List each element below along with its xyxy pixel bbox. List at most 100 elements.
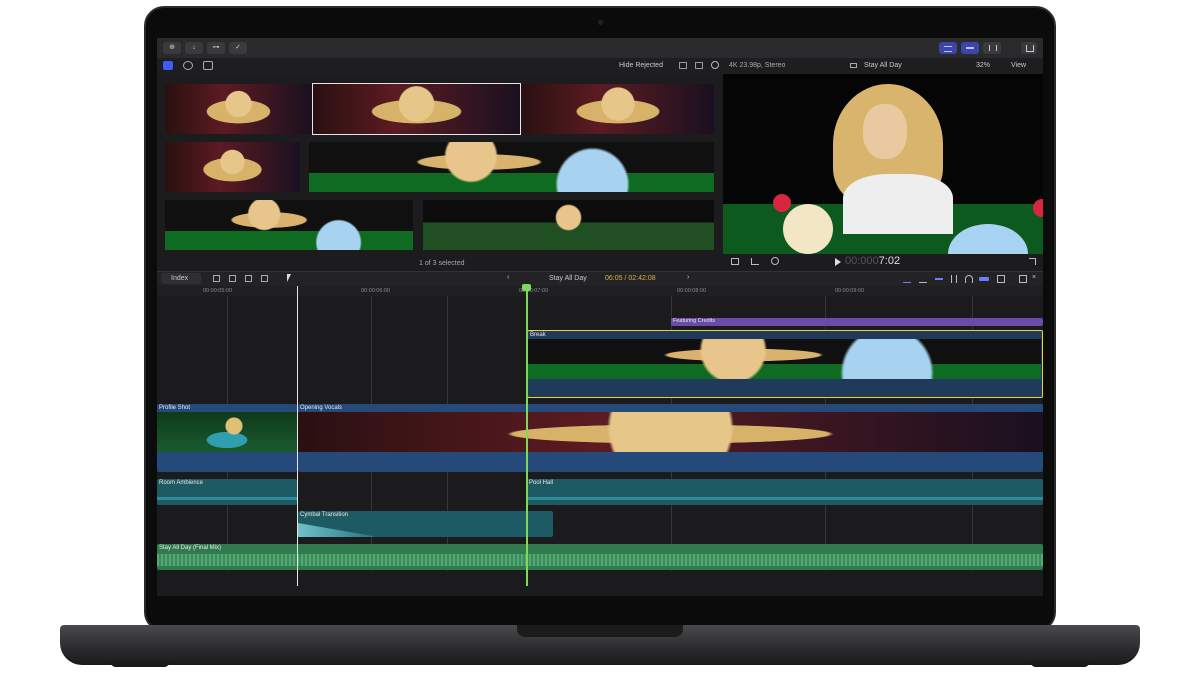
connected-clip[interactable]: Break bbox=[527, 330, 1043, 398]
insert-edit-icon[interactable] bbox=[229, 275, 236, 282]
snapping-icon[interactable] bbox=[935, 278, 943, 280]
playhead-handle[interactable] bbox=[522, 284, 531, 291]
playhead-line[interactable] bbox=[526, 286, 528, 586]
laptop-notch bbox=[517, 625, 683, 637]
browser-header: Hide Rejected bbox=[157, 58, 722, 74]
ruler-tick: 00:00:08:00 bbox=[677, 288, 707, 294]
primary-clip-filmstrip bbox=[157, 412, 297, 452]
audio-clip-label: Cymbal Transition bbox=[300, 512, 349, 518]
timecode-bright: 7:02 bbox=[878, 255, 901, 267]
viewer-canvas[interactable] bbox=[723, 74, 1043, 254]
red-ball bbox=[773, 194, 791, 212]
close-icon[interactable]: × bbox=[1032, 274, 1036, 281]
index-label: Index bbox=[171, 275, 189, 282]
audio-clip-room-ambience[interactable]: Room Ambience bbox=[157, 479, 297, 505]
zoom-menu[interactable]: 32% bbox=[976, 62, 990, 69]
inspector-toggle[interactable] bbox=[983, 42, 1001, 54]
browser-pane: 1 of 3 selected bbox=[157, 74, 722, 274]
share-icon bbox=[1026, 45, 1034, 52]
browser-clip[interactable] bbox=[522, 84, 714, 134]
connected-clip-filmstrip bbox=[528, 339, 1041, 379]
zoom-timeline-icon[interactable] bbox=[951, 275, 957, 283]
primary-clip-opening-vocals[interactable]: Opening Vocals bbox=[298, 404, 1043, 472]
player-shirt bbox=[843, 174, 953, 234]
title-clip[interactable]: Featuring Credits bbox=[671, 318, 1043, 326]
audio-clip-label: Pool Hall bbox=[529, 480, 554, 486]
clip-appearance-icon[interactable] bbox=[679, 62, 687, 69]
primary-clip-profile-shot[interactable]: Profile Shot bbox=[157, 404, 297, 472]
timecode-dim: 00:000 bbox=[845, 255, 879, 267]
browser-clip[interactable] bbox=[165, 84, 312, 134]
overwrite-edit-icon[interactable] bbox=[245, 275, 252, 282]
select-tool-icon[interactable] bbox=[287, 274, 291, 282]
libraries-icon[interactable] bbox=[163, 61, 173, 70]
library-button[interactable]: ⊕ bbox=[163, 42, 181, 54]
layout-timeline-toggle[interactable] bbox=[961, 42, 979, 54]
import-button[interactable]: ↓ bbox=[185, 42, 203, 54]
music-clip[interactable]: Stay All Day (Final Mix) bbox=[157, 544, 1043, 570]
effects-browser-icon[interactable] bbox=[997, 275, 1005, 283]
timeline-area[interactable]: Featuring Credits Break Profile Shot Ope… bbox=[157, 284, 1043, 596]
cue-ball bbox=[783, 204, 833, 254]
browser-clip[interactable] bbox=[165, 200, 413, 250]
hide-rejected-filter[interactable]: Hide Rejected bbox=[619, 62, 663, 69]
back-arrow[interactable]: ‹ bbox=[507, 274, 509, 281]
search-icon[interactable] bbox=[711, 61, 719, 69]
enhance-icon[interactable] bbox=[751, 258, 759, 265]
audio-clip-cymbal-transition[interactable]: Cymbal Transition bbox=[298, 511, 553, 537]
viewer-format: 4K 23.98p, Stereo bbox=[729, 62, 786, 69]
clip-appearance-icon[interactable] bbox=[979, 277, 989, 281]
sliders-icon bbox=[989, 45, 997, 51]
transitions-browser-icon[interactable] bbox=[1019, 275, 1027, 283]
filmstrip-icon[interactable] bbox=[695, 62, 703, 69]
titles-generators-icon[interactable] bbox=[203, 61, 213, 70]
timeline-bar: Index ‹ Stay All Day 06:05 / 02:42:08 › … bbox=[157, 271, 1043, 286]
audio-waveform bbox=[527, 497, 1043, 500]
headphones-icon[interactable] bbox=[965, 275, 973, 283]
laptop-foot-right bbox=[1030, 661, 1090, 667]
fullscreen-icon[interactable] bbox=[1029, 258, 1036, 265]
layout-browser-toggle[interactable] bbox=[939, 42, 957, 54]
grid-icon bbox=[944, 46, 952, 52]
forward-arrow[interactable]: › bbox=[687, 274, 689, 281]
screen: ⊕ ↓ ⊶ ✓ Hide Rejected 1 of 3 selected 4K… bbox=[157, 38, 1043, 596]
viewer-controls: 00:0007:02 bbox=[723, 254, 1043, 270]
browser-clip-selected[interactable] bbox=[312, 83, 521, 135]
ruler-tick: 00:00:09:00 bbox=[835, 288, 865, 294]
top-toolbar: ⊕ ↓ ⊶ ✓ bbox=[157, 38, 1043, 58]
ruler-tick: 00:00:06:00 bbox=[361, 288, 391, 294]
play-icon[interactable] bbox=[835, 258, 841, 266]
audio-clip-label: Room Ambience bbox=[159, 480, 204, 486]
browser-clip[interactable] bbox=[165, 142, 300, 192]
browser-clip[interactable] bbox=[309, 142, 714, 192]
audio-skimming-icon[interactable] bbox=[903, 276, 911, 283]
append-edit-icon[interactable] bbox=[213, 275, 220, 282]
primary-clip-label: Profile Shot bbox=[159, 405, 191, 411]
connected-clip-label: Break bbox=[530, 332, 546, 338]
background-tasks-button[interactable]: ✓ bbox=[229, 42, 247, 54]
transform-icon[interactable] bbox=[731, 258, 739, 265]
browser-clip[interactable] bbox=[423, 200, 714, 250]
connect-edit-icon[interactable] bbox=[261, 275, 268, 282]
project-icon bbox=[850, 63, 857, 68]
keyword-button[interactable]: ⊶ bbox=[207, 42, 225, 54]
timeline-timecode: 06:05 / 02:42:08 bbox=[605, 275, 656, 282]
view-menu[interactable]: View bbox=[1011, 62, 1026, 69]
solo-icon[interactable] bbox=[919, 276, 927, 283]
title-clip-label: Featuring Credits bbox=[673, 318, 716, 324]
retime-icon[interactable] bbox=[771, 257, 779, 265]
index-button[interactable]: Index bbox=[161, 273, 201, 284]
viewer-timecode: 00:0007:02 bbox=[845, 255, 900, 267]
viewer-header: 4K 23.98p, Stereo Stay All Day 32% View bbox=[722, 58, 1043, 74]
music-waveform bbox=[157, 554, 1043, 566]
photos-audio-icon[interactable] bbox=[183, 61, 193, 70]
audio-clip-pool-hall[interactable]: Pool Hall bbox=[527, 479, 1043, 505]
music-clip-label: Stay All Day (Final Mix) bbox=[159, 545, 222, 551]
ruler-tick: 00:00:05:00 bbox=[203, 288, 233, 294]
laptop-foot-left bbox=[110, 661, 170, 667]
timeline-project-name[interactable]: Stay All Day bbox=[549, 275, 587, 282]
timeline-ruler[interactable]: 00:00:05:00 00:00:06:00 00:00:07:00 00:0… bbox=[157, 286, 1043, 296]
selection-status: 1 of 3 selected bbox=[419, 260, 465, 267]
audio-waveform bbox=[157, 497, 297, 500]
share-button[interactable] bbox=[1021, 42, 1037, 54]
